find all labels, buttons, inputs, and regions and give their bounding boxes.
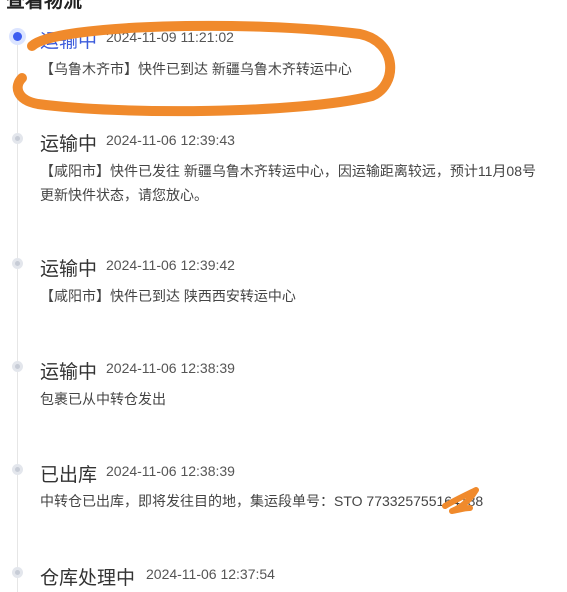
event-detail: 【咸阳市】快件已发往 新疆乌鲁木齐转运中心，因运输距离较远，预计11月08号更新… [40,163,536,203]
event-time: 2024-11-06 12:37:54 [146,566,275,582]
event-status: 运输中 [40,31,98,52]
event-detail: 【乌鲁木齐市】快件已到达 新疆乌鲁木齐转运中心 [40,61,352,77]
event-status: 运输中 [40,134,98,155]
event-status: 已出库 [40,465,98,486]
event-time: 2024-11-06 12:38:39 [106,360,235,376]
timeline-dot-icon [12,133,23,144]
page-title: 查看物流 [6,0,83,12]
timeline-dot-icon [12,361,23,372]
event-time: 2024-11-06 12:39:43 [106,132,235,148]
header: 查看物流 × [0,0,567,12]
event-detail: 包裹已从中转仓发出 [40,391,166,407]
timeline-line [17,40,18,592]
event-time: 2024-11-06 12:38:39 [106,463,235,479]
event-time: 2024-11-06 12:39:42 [106,257,235,273]
timeline-dot-active-icon [9,28,26,45]
timeline-dot-icon [12,258,23,269]
close-icon[interactable]: × [541,0,553,7]
event-detail: 【咸阳市】快件已到达 陕西西安转运中心 [40,288,296,304]
timeline-dot-icon [12,567,23,578]
event-detail: 中转仓已出库，即将发往目的地，集运段单号：STO 773325755164188 [40,493,484,509]
event-status: 仓库处理中 [40,568,136,589]
timeline-dot-icon [12,464,23,475]
event-status: 运输中 [40,259,98,280]
event-time: 2024-11-09 11:21:02 [106,29,234,45]
event-status: 运输中 [40,362,98,383]
